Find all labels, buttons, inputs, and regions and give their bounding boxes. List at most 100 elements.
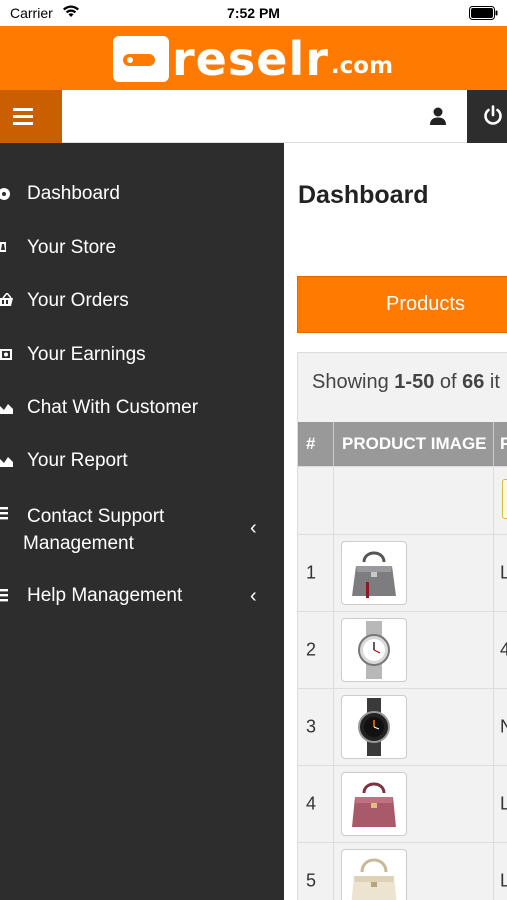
product-cell: L xyxy=(494,766,507,842)
user-icon[interactable] xyxy=(428,106,448,126)
hamburger-icon-bar xyxy=(13,122,33,125)
logout-button[interactable] xyxy=(467,90,507,143)
row-number-cell: 5 xyxy=(298,843,334,900)
watch-icon xyxy=(358,698,390,756)
filter-cell xyxy=(334,467,494,534)
table-row[interactable]: 3 N xyxy=(298,688,507,765)
table-row[interactable]: 4 L xyxy=(298,765,507,842)
sidebar-item-help-management[interactable]: Help Management ‹ xyxy=(0,585,284,611)
handbag-icon xyxy=(352,782,396,827)
sidebar: Dashboard Your Store Your Orders Your Ea… xyxy=(0,143,284,900)
sidebar-item-your-orders[interactable]: Your Orders xyxy=(0,290,284,316)
sidebar-item-dashboard[interactable]: Dashboard xyxy=(0,183,284,209)
product-cell: N xyxy=(494,689,507,765)
watch-icon xyxy=(358,621,390,679)
products-table: Showing 1-50 of 66 it # PRODUCT IMAGE P … xyxy=(297,352,507,900)
sidebar-item-label: Help Management xyxy=(27,585,183,606)
row-number-cell: 1 xyxy=(298,535,334,611)
chart-icon xyxy=(0,404,13,414)
chart-icon xyxy=(0,457,13,467)
basket-icon xyxy=(0,293,13,306)
product-thumbnail[interactable] xyxy=(341,618,407,682)
wallet-logo-icon xyxy=(113,36,169,82)
sidebar-item-your-earnings[interactable]: Your Earnings xyxy=(0,344,284,370)
list-icon xyxy=(0,507,8,520)
list-icon xyxy=(0,589,8,602)
product-cell-text: L xyxy=(500,562,507,583)
product-cell: 4 xyxy=(494,612,507,688)
brand-header: reselr .com xyxy=(0,26,507,90)
chevron-left-icon: ‹ xyxy=(250,585,257,607)
product-cell: L xyxy=(494,843,507,900)
row-number-cell: 2 xyxy=(298,612,334,688)
logo-text: reselr xyxy=(172,32,329,86)
table-row[interactable]: 5 L xyxy=(298,842,507,900)
row-number: 2 xyxy=(306,639,317,660)
product-cell-text: N xyxy=(500,716,507,737)
row-number: 5 xyxy=(306,870,317,891)
sidebar-item-label: Your Orders xyxy=(27,290,129,311)
sidebar-item-label: Chat With Customer xyxy=(27,397,199,418)
product-thumbnail[interactable] xyxy=(341,772,407,836)
product-image-cell xyxy=(334,843,494,900)
filter-cell xyxy=(494,467,507,534)
sidebar-item-label: Dashboard xyxy=(27,183,120,204)
sidebar-item-label: Contact Support Management xyxy=(23,506,165,554)
top-nav xyxy=(0,90,507,143)
pagination-summary: Showing 1-50 of 66 it xyxy=(312,371,500,394)
product-image-cell xyxy=(334,689,494,765)
row-number-cell: 4 xyxy=(298,766,334,842)
showing-total: 66 xyxy=(462,371,485,393)
main-content: Dashboard Products Showing 1-50 of 66 it… xyxy=(284,143,507,900)
power-icon xyxy=(484,105,502,125)
logo-tld: .com xyxy=(330,53,394,79)
product-image-cell xyxy=(334,766,494,842)
tab-label: Products xyxy=(386,293,465,315)
row-number: 3 xyxy=(306,716,317,737)
product-cell-text: 4 xyxy=(500,639,507,660)
money-icon xyxy=(0,349,12,360)
sidebar-item-your-report[interactable]: Your Report xyxy=(0,450,284,476)
hamburger-icon xyxy=(13,108,33,111)
handbag-icon xyxy=(352,551,396,598)
column-header-product[interactable]: P xyxy=(494,422,507,466)
store-icon xyxy=(0,242,6,252)
clock: 7:52 PM xyxy=(227,5,280,21)
status-bar: Carrier 7:52 PM xyxy=(0,0,507,26)
table-header: # PRODUCT IMAGE P xyxy=(298,422,507,466)
sidebar-item-contact-support-management[interactable]: Contact Support Management ‹ xyxy=(0,503,284,559)
row-number-cell: 3 xyxy=(298,689,334,765)
filter-row xyxy=(298,466,507,534)
showing-prefix: Showing xyxy=(312,371,395,393)
reselr-logo[interactable]: reselr .com xyxy=(113,36,393,82)
showing-range: 1-50 xyxy=(394,371,435,393)
tab-products[interactable]: Products xyxy=(297,276,507,333)
showing-suffix: it xyxy=(484,371,500,393)
sidebar-item-chat-with-customer[interactable]: Chat With Customer xyxy=(0,397,284,423)
table-row[interactable]: 1 L xyxy=(298,534,507,611)
showing-of: of xyxy=(434,371,463,393)
sidebar-item-label: Your Earnings xyxy=(27,344,146,365)
dashboard-icon xyxy=(0,188,10,200)
product-cell-text: L xyxy=(500,793,507,814)
sidebar-item-label: Your Report xyxy=(27,450,128,471)
sidebar-item-your-store[interactable]: Your Store xyxy=(0,237,284,263)
column-header-product-image[interactable]: PRODUCT IMAGE xyxy=(334,422,494,466)
row-number: 1 xyxy=(306,562,317,583)
filter-cell xyxy=(298,467,334,534)
battery-icon xyxy=(469,6,498,20)
product-thumbnail[interactable] xyxy=(341,695,407,759)
row-number: 4 xyxy=(306,793,317,814)
product-thumbnail[interactable] xyxy=(341,849,407,900)
product-thumbnail[interactable] xyxy=(341,541,407,605)
filter-input[interactable] xyxy=(502,479,507,519)
column-header-number[interactable]: # xyxy=(298,422,334,466)
page-title: Dashboard xyxy=(298,181,429,209)
hamburger-icon-bar xyxy=(13,115,33,118)
table-row[interactable]: 2 4 xyxy=(298,611,507,688)
product-image-cell xyxy=(334,612,494,688)
menu-button[interactable] xyxy=(0,90,62,143)
chevron-left-icon: ‹ xyxy=(250,517,257,539)
product-cell: L xyxy=(494,535,507,611)
handbag-icon xyxy=(351,858,397,900)
